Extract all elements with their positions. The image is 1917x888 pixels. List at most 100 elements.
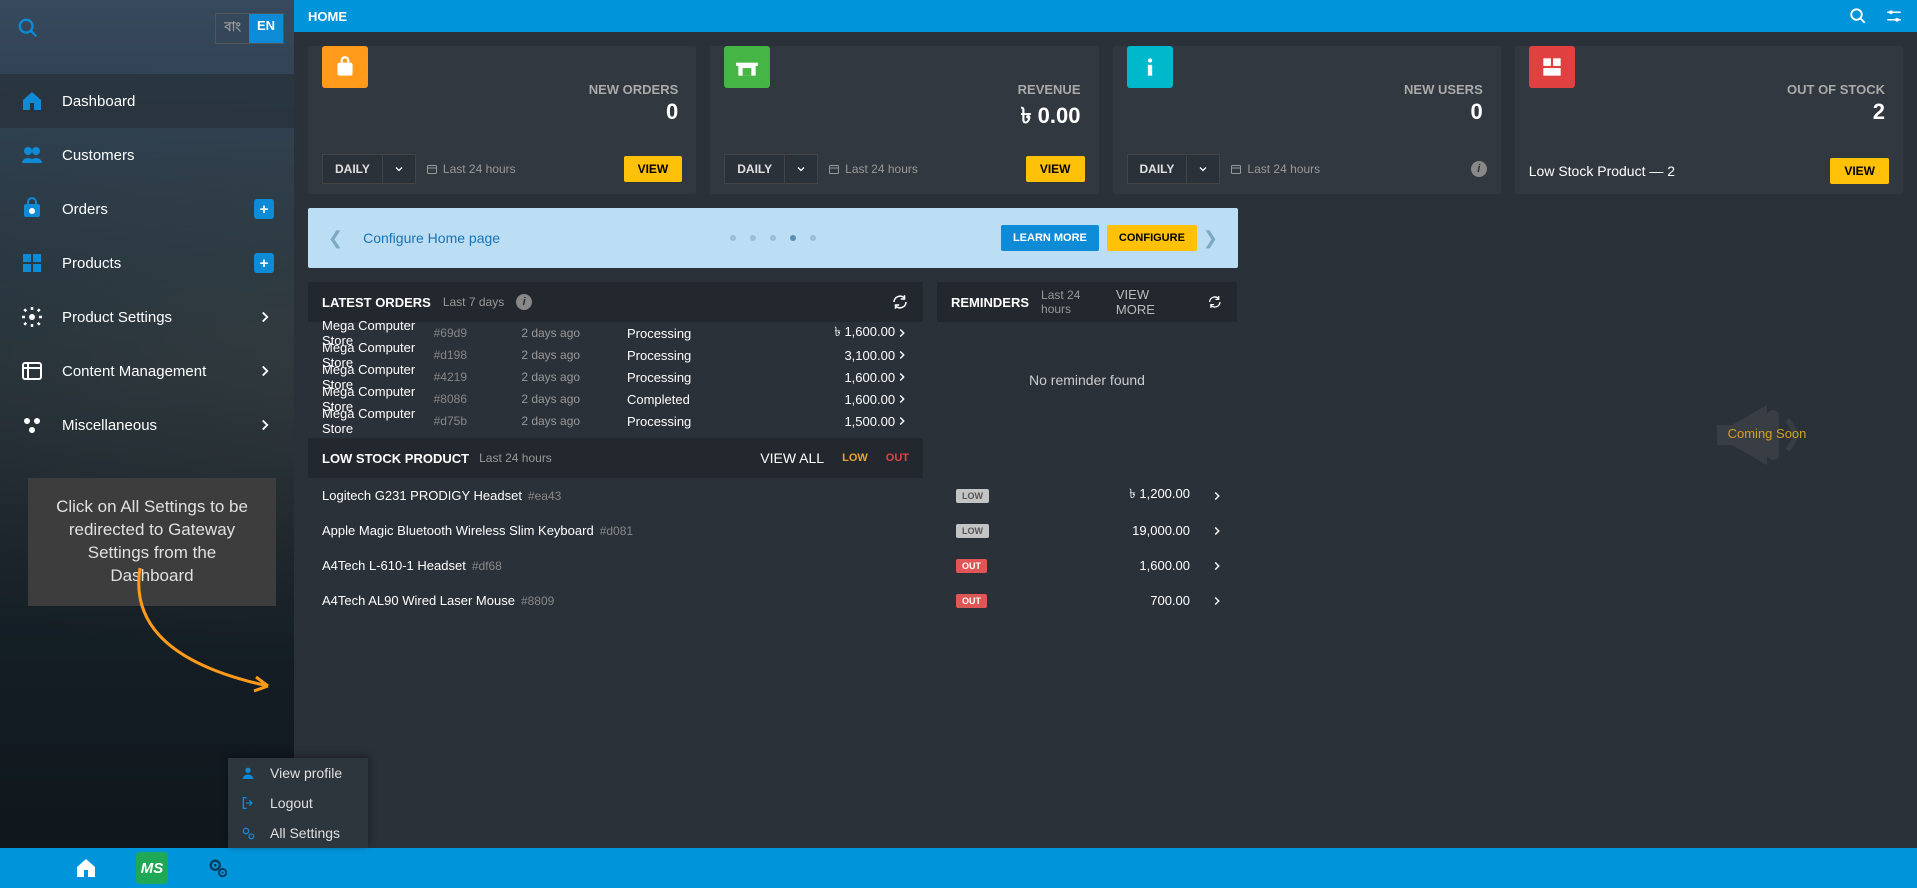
stat-label: REVENUE: [1018, 82, 1081, 97]
banner-next[interactable]: ❯: [1197, 228, 1224, 249]
view-button[interactable]: VIEW: [1026, 156, 1085, 182]
product-id: #8809: [521, 594, 554, 608]
search-icon: [17, 17, 39, 39]
popup-all-settings[interactable]: All Settings: [228, 818, 368, 848]
product-row[interactable]: A4Tech L-610-1 Headset#df68OUT1,600.00: [308, 548, 1238, 583]
home-icon[interactable]: [72, 854, 100, 882]
sidebar-item-dashboard[interactable]: Dashboard: [0, 74, 294, 128]
order-row[interactable]: Mega Computer Store#d75b2 days agoProces…: [308, 410, 923, 432]
product-price: 1,600.00: [1139, 558, 1190, 573]
sidebar-item-miscellaneous[interactable]: Miscellaneous: [0, 398, 294, 452]
low-stock-link[interactable]: Low Stock Product — 2: [1529, 163, 1821, 179]
banner-prev[interactable]: ❮: [322, 228, 349, 249]
order-store: Mega Computer Store: [322, 406, 434, 436]
popup-view-profile[interactable]: View profile: [228, 758, 368, 788]
settings-popup: View profile Logout All Settings: [228, 758, 368, 848]
search-icon[interactable]: [1849, 7, 1867, 25]
learn-more-button[interactable]: LEARN MORE: [1001, 225, 1099, 251]
sidebar-item-label: Orders: [62, 201, 254, 218]
reminders-header: REMINDERS Last 24 hours VIEW MORE: [937, 282, 1237, 322]
product-name: A4Tech L-610-1 Headset: [322, 558, 466, 573]
content: NEW ORDERS0DAILYLast 24 hoursVIEWREVENUE…: [294, 32, 1917, 848]
info-icon[interactable]: i: [1471, 161, 1487, 177]
nav: DashboardCustomersOrders+Products+Produc…: [0, 74, 294, 452]
sliders-icon[interactable]: [1885, 7, 1903, 25]
add-icon[interactable]: +: [254, 199, 274, 219]
sidebar-item-customers[interactable]: Customers: [0, 128, 294, 182]
order-ago: 2 days ago: [521, 370, 627, 384]
chevron-right-icon[interactable]: [895, 348, 909, 362]
user-icon: [238, 765, 258, 781]
popup-logout[interactable]: Logout: [228, 788, 368, 818]
sidebar-item-products[interactable]: Products+: [0, 236, 294, 290]
panel-subtitle: Last 24 hours: [1041, 288, 1104, 316]
lang-bn[interactable]: বাং: [216, 14, 249, 43]
chevron-down-icon: [393, 163, 405, 175]
topbar: HOME: [294, 0, 1917, 32]
product-price: 700.00: [1150, 593, 1190, 608]
chevron-right-icon[interactable]: [1210, 559, 1224, 573]
chevron-right-icon[interactable]: [895, 326, 909, 340]
order-amount: ৳ 1,600.00: [820, 323, 895, 344]
chevron-right-icon: [256, 416, 274, 434]
chevron-right-icon[interactable]: [1210, 489, 1224, 503]
calendar-icon: [828, 163, 840, 175]
panel-subtitle: Last 7 days: [443, 295, 504, 309]
view-all-link[interactable]: VIEW ALL: [760, 450, 824, 466]
chevron-right-icon[interactable]: [895, 370, 909, 384]
period-select[interactable]: DAILY: [1127, 154, 1221, 184]
sidebar-item-product-settings[interactable]: Product Settings: [0, 290, 294, 344]
settings-icon[interactable]: [204, 854, 232, 882]
banner-dot[interactable]: [750, 235, 756, 241]
order-amount: 1,500.00: [820, 414, 895, 429]
product-name: Apple Magic Bluetooth Wireless Slim Keyb…: [322, 523, 594, 538]
bottom-bar: MS: [0, 848, 1917, 888]
popup-label: View profile: [270, 765, 342, 781]
product-row[interactable]: Logitech G231 PRODIGY Headset#ea43LOW৳ 1…: [308, 478, 1238, 513]
banner-dot[interactable]: [770, 235, 776, 241]
chevron-right-icon[interactable]: [895, 392, 909, 406]
chevron-right-icon[interactable]: [895, 414, 909, 428]
stat-label: NEW ORDERS: [589, 82, 679, 97]
product-id: #d081: [600, 524, 633, 538]
order-status: Processing: [627, 370, 820, 385]
lang-en[interactable]: EN: [249, 14, 283, 43]
panel-title: LATEST ORDERS: [322, 295, 431, 310]
view-more-link[interactable]: VIEW MORE: [1116, 287, 1182, 317]
add-icon[interactable]: +: [254, 253, 274, 273]
filter-low[interactable]: LOW: [842, 452, 868, 464]
main: HOME NEW ORDERS0DAILYLast 24 hoursVIEWRE…: [294, 0, 1917, 888]
period-select[interactable]: DAILY: [322, 154, 416, 184]
ms-badge[interactable]: MS: [136, 852, 168, 884]
view-button[interactable]: VIEW: [624, 156, 683, 182]
orders-list: Mega Computer Store#69d92 days agoProces…: [308, 322, 923, 432]
refresh-icon[interactable]: [891, 293, 909, 311]
gears-icon: [238, 825, 258, 841]
product-row[interactable]: A4Tech AL90 Wired Laser Mouse#8809OUT700…: [308, 583, 1238, 618]
order-ago: 2 days ago: [521, 326, 627, 340]
sidebar-item-content-management[interactable]: Content Management: [0, 344, 294, 398]
stat-value: 2: [1787, 99, 1885, 125]
content-icon: [20, 359, 44, 383]
configure-button[interactable]: CONFIGURE: [1107, 225, 1197, 251]
order-status: Processing: [627, 326, 820, 341]
chevron-down-icon: [795, 163, 807, 175]
banner-dot[interactable]: [790, 235, 796, 241]
view-button[interactable]: VIEW: [1830, 158, 1889, 184]
popup-label: Logout: [270, 795, 313, 811]
filter-out[interactable]: OUT: [886, 452, 909, 464]
product-row[interactable]: Apple Magic Bluetooth Wireless Slim Keyb…: [308, 513, 1238, 548]
info-icon[interactable]: i: [516, 294, 532, 310]
period-select[interactable]: DAILY: [724, 154, 818, 184]
chevron-right-icon[interactable]: [1210, 594, 1224, 608]
stat-label: OUT OF STOCK: [1787, 82, 1885, 97]
banner-dot[interactable]: [810, 235, 816, 241]
banner-dot[interactable]: [730, 235, 736, 241]
refresh-icon[interactable]: [1207, 293, 1223, 311]
sidebar-item-label: Content Management: [62, 363, 256, 380]
search-button[interactable]: [10, 10, 46, 46]
language-switch: বাং EN: [215, 13, 284, 44]
product-id: #ea43: [528, 489, 561, 503]
chevron-right-icon[interactable]: [1210, 524, 1224, 538]
sidebar-item-orders[interactable]: Orders+: [0, 182, 294, 236]
